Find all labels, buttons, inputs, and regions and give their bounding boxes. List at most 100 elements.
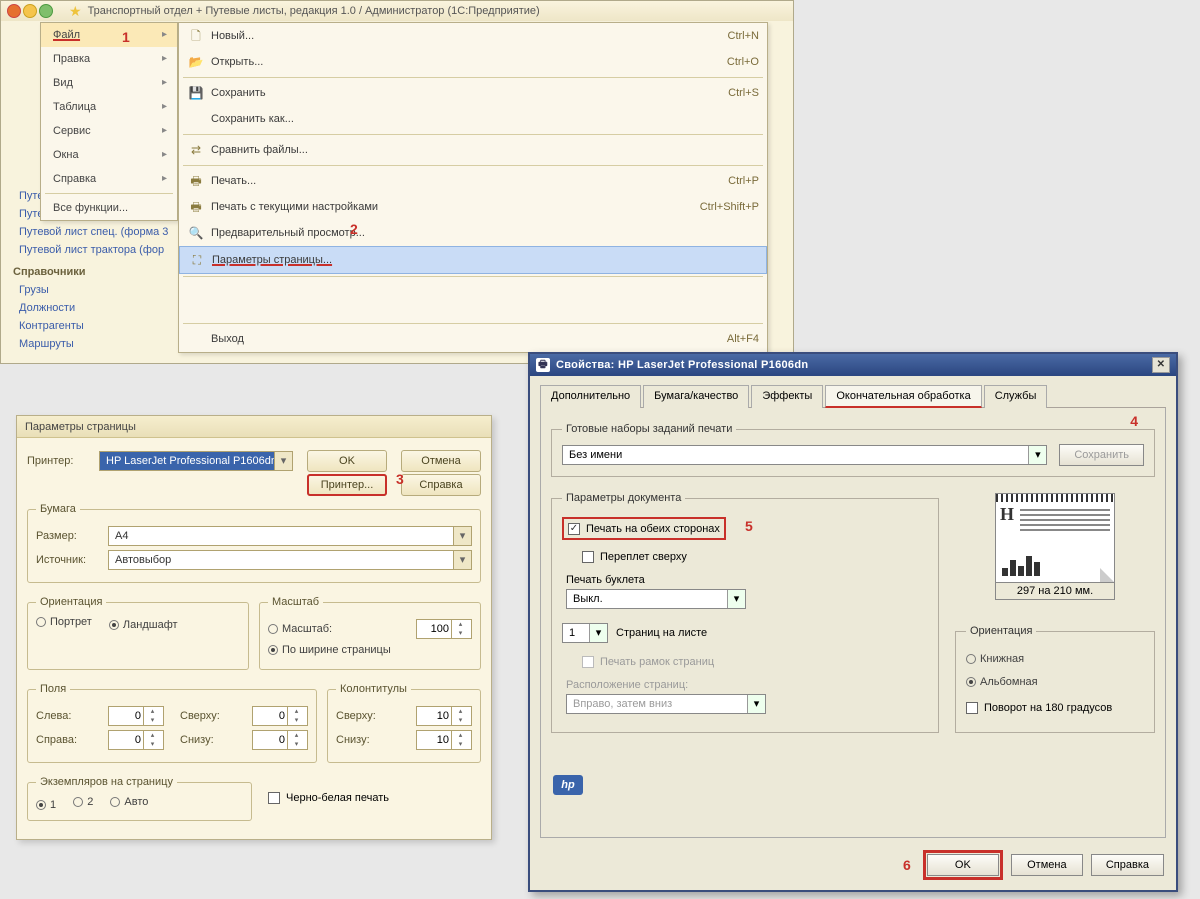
menu-print-preview[interactable]: 🔍Предварительный просмотр... <box>179 220 767 246</box>
preview-icon: 🔍 <box>187 225 205 241</box>
orientation-group: Ориентация Книжная Альбомная Поворот на … <box>955 624 1155 733</box>
menu-file[interactable]: Файл▸ <box>41 23 177 47</box>
printer-button[interactable]: Принтер... <box>307 474 387 496</box>
booklet-label: Печать буклета <box>566 573 928 587</box>
hp-logo-icon: hp <box>553 775 583 795</box>
cancel-button[interactable]: Отмена <box>1011 854 1083 876</box>
print-icon: 🖶 <box>187 199 205 215</box>
close-button[interactable]: ✕ <box>1152 357 1170 373</box>
annotation-5: 5 <box>745 518 753 534</box>
layout-select: Вправо, затем вниз▾ <box>566 694 766 714</box>
annotation-1: 1 <box>122 30 130 44</box>
copies-auto[interactable]: Авто <box>110 795 148 809</box>
both-sides-checkbox[interactable]: Печать на обеих сторонах <box>568 522 720 536</box>
size-select[interactable]: A4▾ <box>108 526 472 546</box>
fit-width-radio[interactable]: По ширине страницы <box>268 643 391 657</box>
margin-bottom[interactable]: ▴▾ <box>252 730 308 750</box>
bw-checkbox[interactable]: Черно-белая печать <box>268 791 389 805</box>
landscape-radio[interactable]: Ландшафт <box>109 618 178 632</box>
menu-table[interactable]: Таблица▸ <box>41 95 177 119</box>
minimize-icon[interactable] <box>23 4 37 18</box>
menu-new[interactable]: 🗋Новый...Ctrl+N <box>179 23 767 49</box>
menu-save-as[interactable]: Сохранить как... <box>179 106 767 132</box>
annotation-4: 4 <box>1130 414 1138 428</box>
orientation-portrait[interactable]: Книжная <box>966 652 1024 666</box>
page-frames-checkbox: Печать рамок страниц <box>582 655 714 669</box>
tab-finishing[interactable]: Окончательная обработка <box>825 385 981 408</box>
margin-right[interactable]: ▴▾ <box>108 730 164 750</box>
tab-strip: Дополнительно Бумага/качество Эффекты Ок… <box>540 384 1166 408</box>
close-icon[interactable] <box>7 4 21 18</box>
window-title: Транспортный отдел + Путевые листы, реда… <box>88 4 540 18</box>
paper-group: Бумага Размер: A4▾ Источник: Автовыбор▾ <box>27 502 481 583</box>
help-button[interactable]: Справка <box>401 474 481 496</box>
ok-button[interactable]: OK <box>927 854 999 876</box>
page-setup-dialog: Параметры страницы Принтер: HP LaserJet … <box>16 415 492 840</box>
menu-open[interactable]: 📂Открыть...Ctrl+O <box>179 49 767 75</box>
headers-group: Колонтитулы Сверху:▴▾ Снизу:▴▾ <box>327 682 481 763</box>
copies-2[interactable]: 2 <box>73 795 93 809</box>
menu-view[interactable]: Вид▸ <box>41 71 177 95</box>
rotate-180-checkbox[interactable]: Поворот на 180 градусов <box>966 701 1112 715</box>
bind-top-checkbox[interactable]: Переплет сверху <box>582 550 687 564</box>
copies-1[interactable]: 1 <box>36 798 56 812</box>
printer-select[interactable]: HP LaserJet Professional P1606dn▾ <box>99 451 293 471</box>
menu-edit[interactable]: Правка▸ <box>41 47 177 71</box>
source-select[interactable]: Автовыбор▾ <box>108 550 472 570</box>
menu-help[interactable]: Справка▸ <box>41 167 177 191</box>
printer-label: Принтер: <box>27 454 93 468</box>
layout-label: Расположение страниц: <box>566 678 928 692</box>
titlebar: ★ Транспортный отдел + Путевые листы, ре… <box>1 1 793 21</box>
favorite-icon[interactable]: ★ <box>69 4 82 18</box>
annotation-3: 3 <box>396 472 404 486</box>
tab-effects[interactable]: Эффекты <box>751 385 823 408</box>
ok-button[interactable]: OK <box>307 450 387 472</box>
annotation-6: 6 <box>903 858 911 872</box>
menu-service[interactable]: Сервис▸ <box>41 119 177 143</box>
margin-left[interactable]: ▴▾ <box>108 706 164 726</box>
tab-services[interactable]: Службы <box>984 385 1048 408</box>
menu-print[interactable]: 🖶Печать...Ctrl+P <box>179 168 767 194</box>
tab-paper[interactable]: Бумага/качество <box>643 385 749 408</box>
printer-icon: 🖶 <box>536 358 550 372</box>
maximize-icon[interactable] <box>39 4 53 18</box>
header-top[interactable]: ▴▾ <box>416 706 472 726</box>
preview-size: 297 на 210 мм. <box>995 583 1115 600</box>
save-preset-button[interactable]: Сохранить <box>1059 444 1144 466</box>
dialog-title: Параметры страницы <box>17 416 491 438</box>
header-bottom[interactable]: ▴▾ <box>416 730 472 750</box>
portrait-radio[interactable]: Портрет <box>36 615 92 629</box>
margin-top[interactable]: ▴▾ <box>252 706 308 726</box>
menu-all-functions[interactable]: Все функции... <box>41 196 177 220</box>
booklet-select[interactable]: Выкл.▾ <box>566 589 746 609</box>
chevron-down-icon: ▾ <box>1028 446 1046 464</box>
cancel-button[interactable]: Отмена <box>401 450 481 472</box>
menu-exit[interactable]: ВыходAlt+F4 <box>179 326 767 352</box>
scale-group: Масштаб Масштаб: ▴▾ По ширине страницы <box>259 595 481 670</box>
menu-compare[interactable]: ⇄Сравнить файлы... <box>179 137 767 163</box>
menu-save[interactable]: 💾СохранитьCtrl+S <box>179 80 767 106</box>
menu-print-current[interactable]: 🖶Печать с текущими настройкамиCtrl+Shift… <box>179 194 767 220</box>
tab-additional[interactable]: Дополнительно <box>540 385 641 408</box>
menu-page-setup[interactable]: ⛶Параметры страницы... <box>179 246 767 274</box>
folder-open-icon: 📂 <box>187 54 205 70</box>
menu-file-submenu: 🗋Новый...Ctrl+N 📂Открыть...Ctrl+O 💾Сохра… <box>178 22 768 353</box>
preset-select[interactable]: Без имени▾ <box>562 445 1047 465</box>
menu-main: Файл▸ Правка▸ Вид▸ Таблица▸ Сервис▸ Окна… <box>40 22 178 221</box>
page-setup-icon: ⛶ <box>188 252 206 268</box>
scale-radio[interactable]: Масштаб: <box>268 622 332 636</box>
save-icon: 💾 <box>187 85 205 101</box>
chevron-down-icon[interactable]: ▾ <box>274 452 292 470</box>
orientation-group: Ориентация Портрет Ландшафт <box>27 595 249 670</box>
duplex-highlight: Печать на обеих сторонах <box>562 517 726 540</box>
margins-group: Поля Слева:▴▾ Сверху:▴▾ Справа:▴▾ Снизу:… <box>27 682 317 763</box>
file-icon: 🗋 <box>187 28 205 44</box>
dialog-title: 🖶 Свойства: HP LaserJet Professional P16… <box>530 354 1176 376</box>
scale-spin[interactable]: ▴▾ <box>416 619 472 639</box>
document-params-group: Параметры документа Печать на обеих стор… <box>551 491 939 733</box>
help-button[interactable]: Справка <box>1091 854 1164 876</box>
orientation-landscape[interactable]: Альбомная <box>966 675 1038 689</box>
page-preview: H <box>995 493 1115 583</box>
pages-per-sheet[interactable]: 1▾ <box>562 623 608 643</box>
menu-windows[interactable]: Окна▸ <box>41 143 177 167</box>
